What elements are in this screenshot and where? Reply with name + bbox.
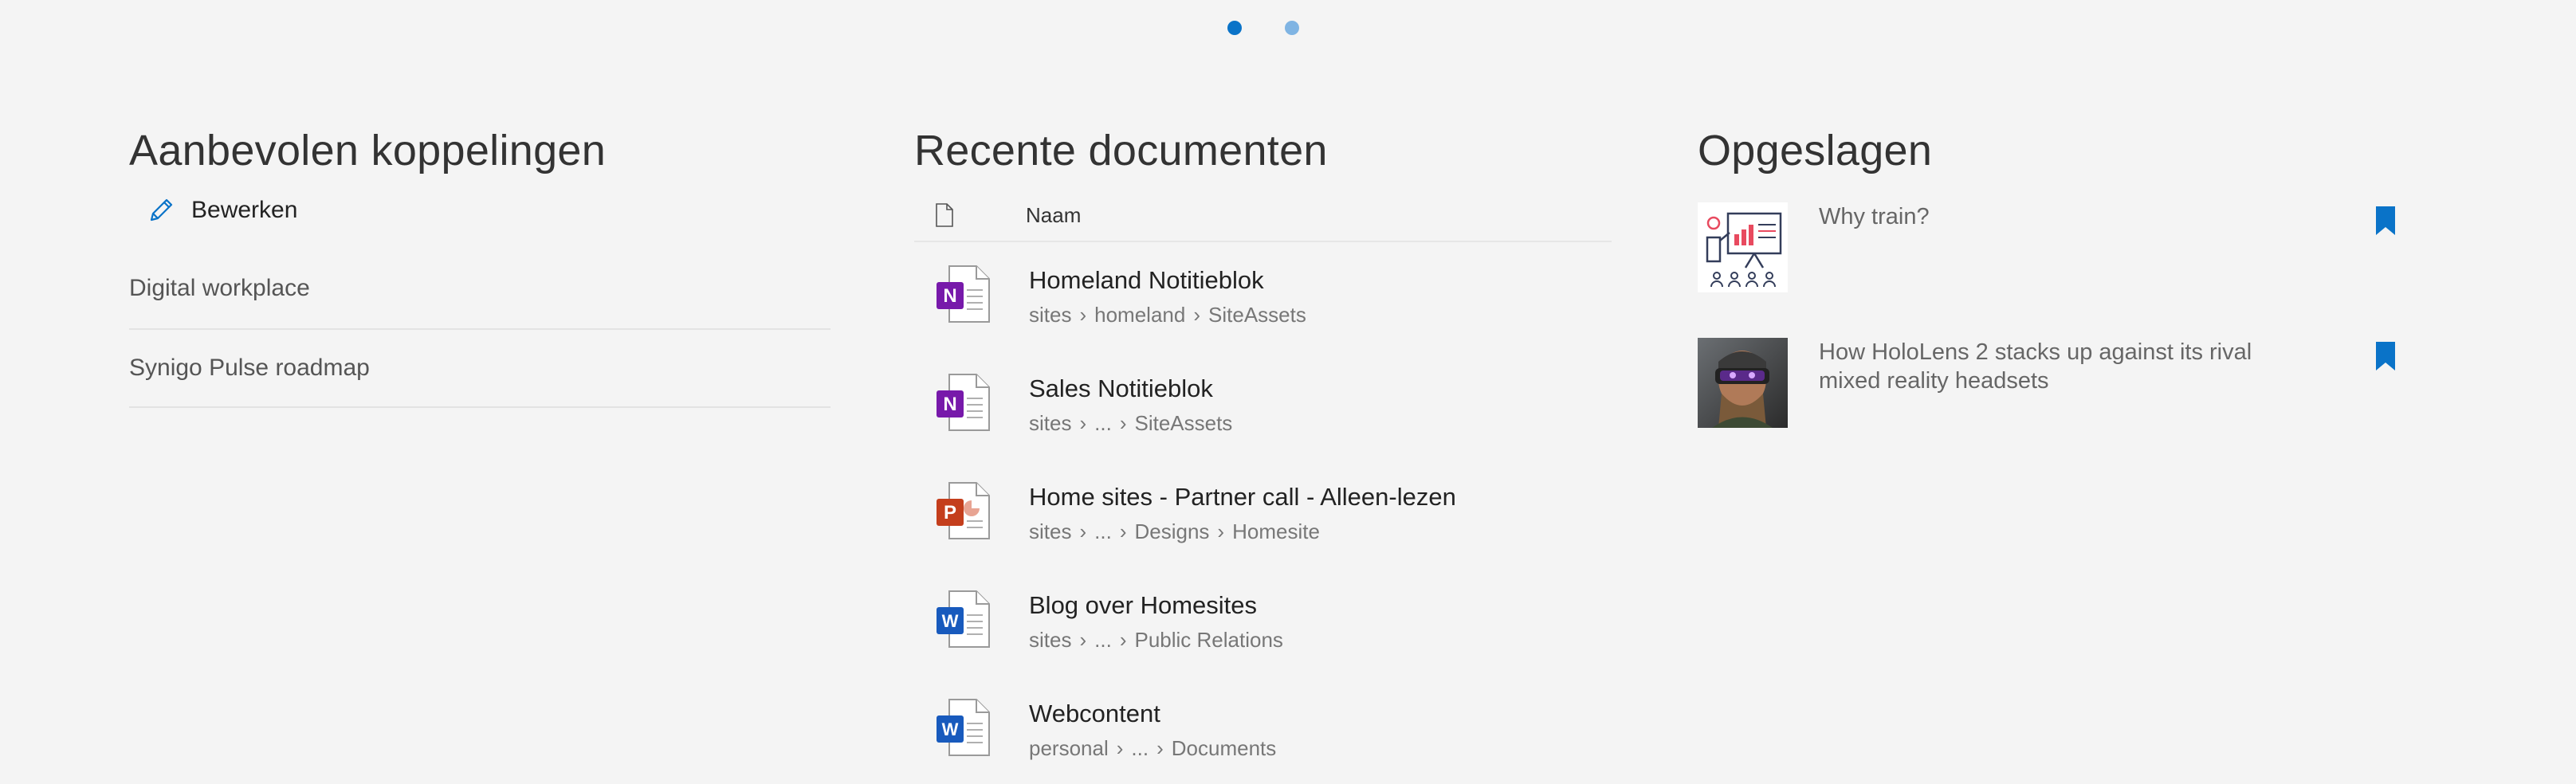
path-segment: Homesite [1232,519,1320,543]
documents-list: N Homeland Notitieblok sites › homeland › Si… [914,242,1612,784]
saved-item[interactable]: How HoloLens 2 stacks up against its riv… [1698,333,2415,468]
section-title: Recente documenten [914,127,1328,174]
document-name[interactable]: Webcontent [1029,696,1276,731]
chevron-right-icon: › [1116,736,1124,760]
saved-item[interactable]: Why train? [1698,198,2415,333]
bookmark-icon[interactable] [2375,206,2396,236]
pager-dot-2[interactable] [1285,21,1299,35]
section-title: Aanbevolen koppelingen [129,127,607,174]
chevron-right-icon: › [1079,411,1087,435]
document-path: personal ›... › Documents [1029,735,1276,762]
path-segment: sites [1029,628,1072,652]
path-segment: homeland [1094,303,1186,327]
chevron-right-icon: › [1119,519,1127,543]
chevron-right-icon: › [1079,628,1087,652]
pager-dot-1[interactable] [1227,21,1242,35]
path-segment: Public Relations [1134,628,1283,652]
path-segment: ... [1094,411,1112,435]
recent-documents-section: Recente documenten Naam N Homeland Notit… [914,120,1612,784]
path-segment: Documents [1171,736,1277,760]
chevron-right-icon: › [1156,736,1164,760]
word-file-icon: W [937,699,990,756]
chevron-right-icon: › [1079,519,1087,543]
training-presentation-thumbnail [1698,202,1788,292]
edit-label: Bewerken [191,197,298,223]
document-row[interactable]: P Home sites - Partner call - Alleen-lez… [914,459,1612,567]
document-row[interactable]: N Homeland Notitieblok sites › homeland › Si… [914,242,1612,351]
svg-text:W: W [942,611,959,631]
links-list: Digital workplace Synigo Pulse roadmap [129,260,831,408]
recommended-links-section: Aanbevolen koppelingen Bewerken Digital … [129,120,831,408]
chevron-right-icon: › [1079,303,1087,327]
link-item-digital-workplace[interactable]: Digital workplace [129,260,831,330]
path-segment: sites [1029,303,1072,327]
path-segment: sites [1029,519,1072,543]
path-segment: ... [1094,519,1112,543]
chevron-right-icon: › [1119,628,1127,652]
onenote-file-icon: N [937,265,990,323]
headset-person-thumbnail [1698,338,1788,428]
chevron-right-icon: › [1193,303,1201,327]
svg-text:P: P [944,502,956,523]
section-title: Opgeslagen [1698,127,1933,174]
carousel-pager [0,19,2576,37]
link-item-synigo-pulse-roadmap[interactable]: Synigo Pulse roadmap [129,330,831,408]
documents-header-row: Naam [914,190,1612,242]
saved-section: Opgeslagen Why train? How HoloLens 2 sta… [1698,120,2415,468]
svg-text:W: W [942,719,959,739]
bookmark-icon[interactable] [2375,341,2396,371]
path-segment: ... [1094,628,1112,652]
pencil-icon [150,198,173,221]
path-segment: SiteAssets [1208,303,1306,327]
document-name[interactable]: Blog over Homesites [1029,588,1283,623]
column-header-name[interactable]: Naam [1026,203,1081,228]
chevron-right-icon: › [1119,411,1127,435]
document-row[interactable]: W Webcontent personal ›... › Documents [914,676,1612,784]
saved-item-title[interactable]: Why train? [1819,202,2297,231]
word-file-icon: W [937,590,990,648]
document-path: sites ›... › Designs › Homesite [1029,518,1456,545]
document-name[interactable]: Home sites - Partner call - Alleen-lezen [1029,480,1456,515]
path-segment: sites [1029,411,1072,435]
path-segment: ... [1131,736,1149,760]
file-type-icon [936,203,953,227]
document-path: sites › homeland › SiteAssets [1029,301,1306,328]
path-segment: Designs [1134,519,1210,543]
document-path: sites ›... › Public Relations [1029,626,1283,653]
path-segment: SiteAssets [1134,411,1233,435]
document-name[interactable]: Sales Notitieblok [1029,371,1232,406]
path-segment: personal [1029,736,1109,760]
saved-item-title[interactable]: How HoloLens 2 stacks up against its riv… [1819,338,2297,395]
document-path: sites ›... › SiteAssets [1029,410,1232,437]
onenote-file-icon: N [937,374,990,431]
svg-text:N: N [943,394,956,415]
svg-text:N: N [943,285,956,307]
document-row[interactable]: W Blog over Homesites sites ›... › Public R… [914,567,1612,676]
document-name[interactable]: Homeland Notitieblok [1029,263,1306,298]
document-row[interactable]: N Sales Notitieblok sites ›... › SiteAssets [914,351,1612,459]
edit-links-button[interactable]: Bewerken [145,193,831,228]
powerpoint-file-icon: P [937,482,990,539]
chevron-right-icon: › [1217,519,1225,543]
saved-list: Why train? How HoloLens 2 stacks up agai… [1698,198,2415,468]
